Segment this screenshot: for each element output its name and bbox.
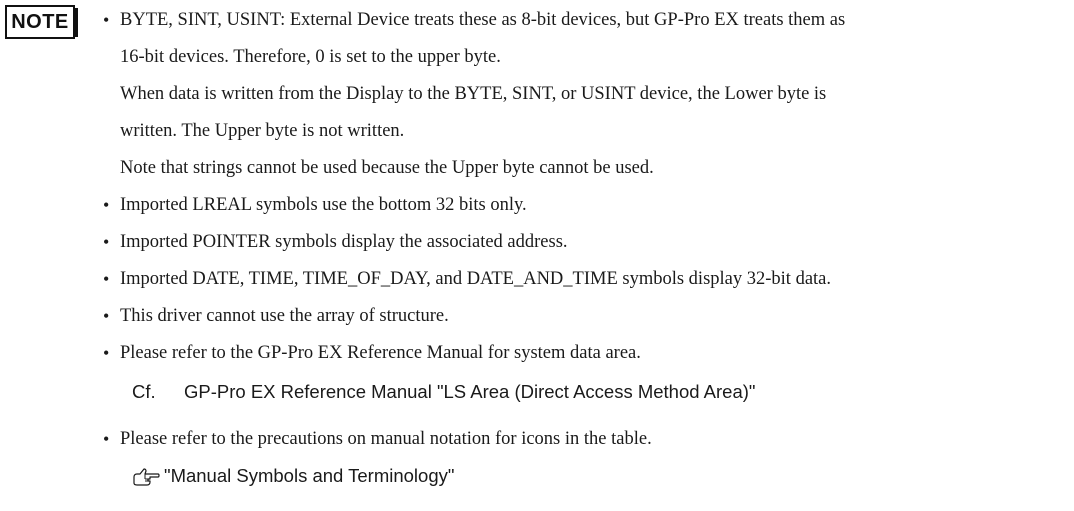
note-badge-label: NOTE: [11, 10, 69, 33]
note-divider: [75, 8, 78, 37]
note-line: When data is written from the Display to…: [120, 84, 827, 104]
pointing-hand-icon: [133, 468, 160, 486]
reference-link[interactable]: GP-Pro EX Reference Manual "LS Area (Dir…: [184, 380, 755, 404]
note-line: This driver cannot use the array of stru…: [120, 306, 449, 326]
bullet-marker: •: [103, 232, 110, 252]
manual-symbols-link[interactable]: "Manual Symbols and Terminology": [164, 464, 454, 488]
bullet-marker: •: [103, 343, 110, 363]
note-line: Imported POINTER symbols display the ass…: [120, 232, 568, 252]
bullet-marker: •: [103, 195, 110, 215]
note-badge: NOTE: [5, 5, 75, 39]
note-line: 16-bit devices. Therefore, 0 is set to t…: [120, 47, 501, 67]
bullet-marker: •: [103, 269, 110, 289]
note-line: Note that strings cannot be used because…: [120, 158, 654, 178]
note-line: Please refer to the GP-Pro EX Reference …: [120, 343, 641, 363]
bullet-marker: •: [103, 306, 110, 326]
note-line: written. The Upper byte is not written.: [120, 121, 405, 141]
note-line: Imported DATE, TIME, TIME_OF_DAY, and DA…: [120, 269, 832, 289]
bullet-marker: •: [103, 429, 110, 449]
note-line: BYTE, SINT, USINT: External Device treat…: [120, 10, 846, 30]
note-line: Imported LREAL symbols use the bottom 32…: [120, 195, 527, 215]
note-line: Please refer to the precautions on manua…: [120, 429, 652, 449]
bullet-marker: •: [103, 10, 110, 30]
reference-prefix: Cf.: [132, 381, 156, 402]
